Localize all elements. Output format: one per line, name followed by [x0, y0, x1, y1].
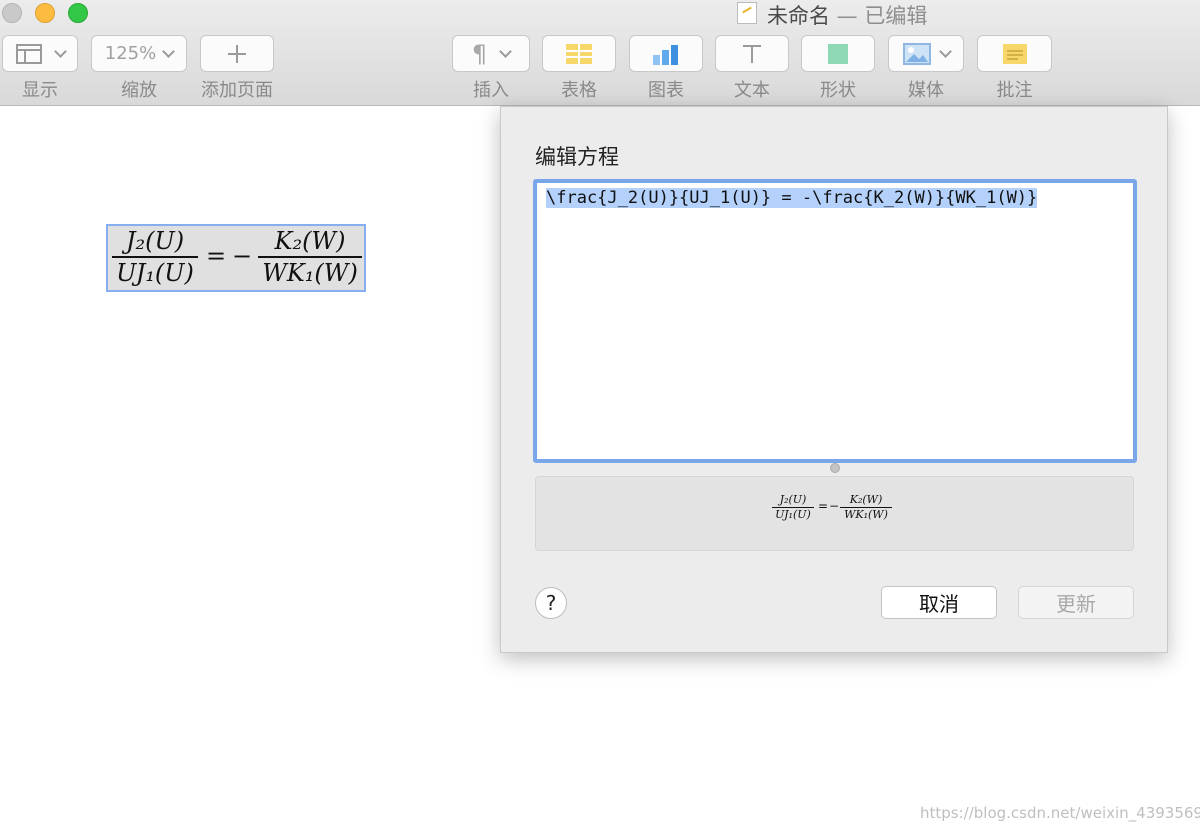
minimize-window-button[interactable] [35, 3, 55, 23]
plus-icon [228, 44, 246, 63]
equals-sign: = [206, 242, 227, 270]
preview-rhs-denominator: WK₁(W) [844, 508, 888, 521]
lhs-fraction: J₂(U) UJ₁(U) [112, 226, 198, 288]
bar-chart-icon [653, 44, 678, 65]
table-label: 表格 [561, 80, 597, 101]
preview-minus: − [829, 499, 840, 513]
latex-input[interactable]: \frac{J_2(U)}{UJ_1(U)} = -\frac{K_2(W)}{… [533, 179, 1137, 463]
pilcrow-icon: ¶ [471, 39, 488, 68]
view-label: 显示 [22, 80, 58, 101]
lhs-numerator: J₂(U) [125, 227, 185, 255]
preview-lhs-numerator: J₂(U) [779, 493, 807, 506]
lhs-denominator: UJ₁(U) [116, 259, 194, 287]
chevron-down-icon [499, 44, 513, 58]
preview-lhs-fraction: J₂(U) UJ₁(U) [772, 493, 814, 522]
help-button[interactable]: ? [535, 587, 567, 619]
table-icon [566, 43, 592, 64]
window-title: 未命名 — 已编辑 [767, 0, 927, 30]
table-button[interactable] [542, 35, 616, 72]
zoom-select[interactable]: 125% [91, 35, 187, 72]
equation-preview: J₂(U) UJ₁(U) = − K₂(W) WK₁(W) [535, 476, 1134, 551]
close-window-button[interactable] [2, 3, 22, 23]
media-button[interactable] [888, 35, 964, 72]
media-label: 媒体 [908, 80, 944, 101]
text-label: 文本 [734, 80, 770, 101]
chevron-down-icon [162, 44, 176, 58]
rhs-fraction: K₂(W) WK₁(W) [258, 226, 362, 288]
shape-button[interactable] [801, 35, 875, 72]
shape-label: 形状 [820, 80, 856, 101]
insert-button[interactable]: ¶ [452, 35, 530, 72]
note-icon [1002, 43, 1027, 64]
image-icon [902, 42, 931, 65]
maximize-window-button[interactable] [68, 3, 88, 23]
minus-sign: − [232, 242, 253, 270]
chart-label: 图表 [648, 80, 684, 101]
watermark-text: https://blog.csdn.net/weixin_43935696 [920, 804, 1200, 822]
toolbar: 未命名 — 已编辑 显示 125% 缩放 添加页面 ¶ 插入 表格 图表 文本 … [0, 0, 1200, 106]
dialog-heading: 编辑方程 [535, 145, 619, 169]
add-page-label: 添加页面 [201, 80, 273, 101]
rhs-denominator: WK₁(W) [262, 259, 358, 287]
text-T-icon [743, 44, 761, 63]
document-name: 未命名 [767, 4, 830, 28]
preview-rhs-numerator: K₂(W) [849, 493, 883, 506]
update-button[interactable]: 更新 [1018, 586, 1134, 619]
preview-equals: = [818, 499, 829, 513]
selected-equation[interactable]: J₂(U) UJ₁(U) = − K₂(W) WK₁(W) [106, 224, 366, 292]
cancel-button[interactable]: 取消 [881, 586, 997, 619]
chevron-down-icon [53, 44, 67, 58]
comment-button[interactable] [977, 35, 1052, 72]
comment-label: 批注 [996, 80, 1033, 101]
rhs-numerator: K₂(W) [274, 227, 346, 255]
preview-rhs-fraction: K₂(W) WK₁(W) [840, 493, 892, 522]
sidebar-view-icon [15, 43, 42, 64]
latex-text: \frac{J_2(U)}{UJ_1(U)} = -\frac{K_2(W)}{… [546, 188, 1038, 208]
square-shape-icon [828, 43, 848, 64]
chevron-down-icon [938, 44, 952, 58]
zoom-label: 缩放 [121, 80, 157, 101]
chart-button[interactable] [629, 35, 703, 72]
zoom-value: 125% [104, 43, 157, 64]
preview-lhs-denominator: UJ₁(U) [775, 508, 811, 521]
edited-status: — 已编辑 [830, 4, 928, 28]
add-page-button[interactable] [200, 35, 274, 72]
text-button[interactable] [715, 35, 789, 72]
document-icon [737, 2, 757, 24]
resize-handle[interactable] [830, 463, 840, 473]
pages-app-window: 未命名 — 已编辑 显示 125% 缩放 添加页面 ¶ 插入 表格 图表 文本 … [0, 0, 1200, 832]
view-button[interactable] [2, 35, 78, 72]
insert-label: 插入 [473, 80, 509, 101]
edit-equation-dialog: 编辑方程 \frac{J_2(U)}{UJ_1(U)} = -\frac{K_2… [500, 106, 1168, 653]
